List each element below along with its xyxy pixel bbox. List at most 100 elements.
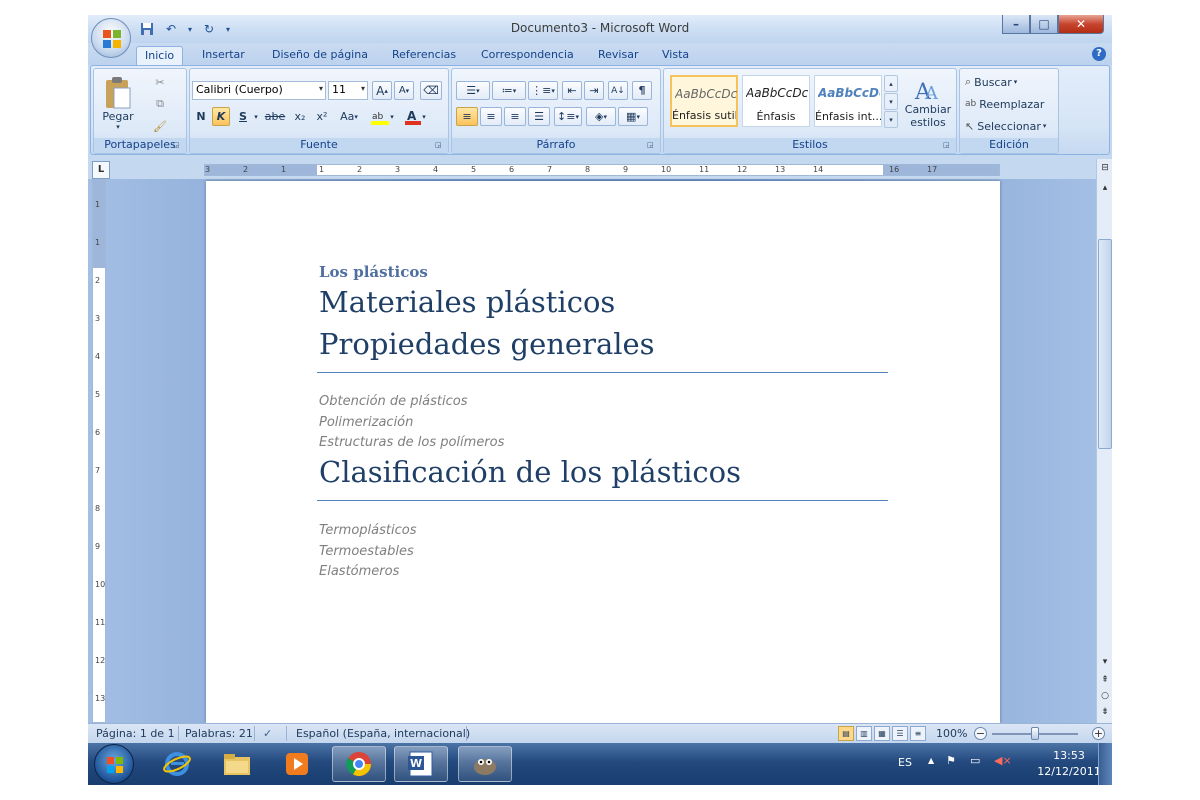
style-enfasis-intenso[interactable]: AaBbCcDc Énfasis int... <box>814 75 882 127</box>
next-page-icon[interactable]: ⇟ <box>1098 705 1112 719</box>
sort-icon[interactable]: A↓ <box>608 81 628 100</box>
numbering-icon[interactable]: ≔ ▾ <box>492 81 526 100</box>
full-screen-reading-icon[interactable]: ▥ <box>856 726 872 741</box>
tab-insertar[interactable]: Insertar <box>194 46 253 65</box>
align-center-icon[interactable]: ≡ <box>480 107 502 126</box>
start-button[interactable] <box>94 744 134 784</box>
superscript-button[interactable]: x² <box>312 107 332 126</box>
chrome-icon[interactable] <box>332 746 386 782</box>
clock-time[interactable]: 13:53 <box>1042 749 1096 762</box>
toc-item[interactable]: Termoplásticos <box>319 523 416 538</box>
subscript-button[interactable]: x₂ <box>290 107 310 126</box>
media-player-icon[interactable] <box>270 746 324 782</box>
toc-item[interactable]: Polimerización <box>319 415 413 430</box>
vertical-ruler[interactable]: 1 1 2 3 4 5 6 7 8 9 10 11 12 13 <box>92 179 106 723</box>
toc-item[interactable]: Obtención de plásticos <box>319 394 467 409</box>
toc-item[interactable]: Elastómeros <box>319 564 399 579</box>
proofing-icon[interactable]: ✓ <box>263 727 272 740</box>
volume-muted-icon[interactable]: ◀× <box>994 754 1012 767</box>
file-explorer-icon[interactable] <box>210 746 264 782</box>
change-case-button[interactable]: Aa ▾ <box>336 107 362 126</box>
document-subtitle[interactable]: Los plásticos <box>319 263 428 281</box>
justify-icon[interactable]: ☰ <box>528 107 550 126</box>
scroll-thumb[interactable] <box>1098 239 1112 449</box>
horizontal-ruler[interactable]: 3 2 1 1 2 3 4 5 6 7 8 9 10 11 12 13 14 16 17 <box>204 164 1000 176</box>
toc-item[interactable]: Termoestables <box>319 544 414 559</box>
previous-page-icon[interactable]: ⇞ <box>1098 673 1112 687</box>
office-button[interactable] <box>91 18 131 58</box>
heading-propiedades-generales[interactable]: Propiedades generales <box>319 327 655 361</box>
tab-referencias[interactable]: Referencias <box>384 46 464 65</box>
clock-date[interactable]: 12/12/2011 <box>1034 765 1104 778</box>
multilevel-list-icon[interactable]: ⋮≡ ▾ <box>528 81 558 100</box>
show-desktop-button[interactable] <box>1098 743 1112 785</box>
align-left-icon[interactable]: ≡ <box>456 107 478 126</box>
heading-materiales-plasticos[interactable]: Materiales plásticos <box>319 285 615 319</box>
change-styles-button[interactable]: AA Cambiar estilos <box>902 71 954 135</box>
show-formatting-icon[interactable]: ¶ <box>632 81 652 100</box>
shrink-font-button[interactable]: A ▾ <box>394 81 414 100</box>
zoom-in-icon[interactable]: + <box>1092 727 1105 740</box>
internet-explorer-icon[interactable] <box>150 746 204 782</box>
strikethrough-button[interactable]: abe <box>262 107 288 126</box>
line-spacing-icon[interactable]: ↕≡ ▾ <box>554 107 582 126</box>
font-color-icon[interactable]: A ▾ <box>400 107 430 126</box>
print-layout-icon[interactable]: ▤ <box>838 726 854 741</box>
action-center-icon[interactable]: ⚑ <box>946 754 956 767</box>
tab-selector-button[interactable]: L <box>92 161 110 179</box>
browse-object-icon[interactable]: ○ <box>1098 689 1112 703</box>
help-icon[interactable]: ? <box>1092 47 1106 61</box>
draft-icon[interactable]: ≡ <box>910 726 926 741</box>
dialog-launcher-icon[interactable]: ◲ <box>943 141 953 151</box>
zoom-level[interactable]: 100% <box>936 727 967 740</box>
outline-icon[interactable]: ☰ <box>892 726 908 741</box>
cut-icon[interactable]: ✂ <box>150 73 170 91</box>
tab-vista[interactable]: Vista <box>654 46 697 65</box>
bullets-icon[interactable]: ☰ ▾ <box>456 81 490 100</box>
highlight-icon[interactable]: ab ▾ <box>368 107 396 126</box>
paste-dropdown-icon[interactable]: ▾ <box>116 123 120 131</box>
language-indicator[interactable]: Español (España, internacional) <box>296 727 470 740</box>
network-icon[interactable]: ▭ <box>970 754 980 767</box>
show-hidden-icons-icon[interactable]: ▲ <box>928 756 934 765</box>
underline-dropdown-icon[interactable]: ▾ <box>252 107 260 126</box>
style-enfasis[interactable]: AaBbCcDc Énfasis <box>742 75 810 127</box>
tab-correspondencia[interactable]: Correspondencia <box>473 46 582 65</box>
document-page[interactable]: Los plásticos Materiales plásticos Propi… <box>206 181 1000 723</box>
replace-button[interactable]: ab Reemplazar <box>964 95 1054 113</box>
tab-diseno-pagina[interactable]: Diseño de página <box>264 46 376 65</box>
styles-more-icon[interactable]: ▾ <box>884 111 898 128</box>
scroll-up-icon[interactable]: ▴ <box>1098 181 1112 195</box>
page-count[interactable]: Página: 1 de 1 <box>96 727 175 740</box>
style-enfasis-sutil[interactable]: AaBbCcDc Énfasis sutil <box>670 75 738 127</box>
clear-format-icon[interactable]: ⌫ <box>420 81 442 100</box>
decrease-indent-icon[interactable]: ⇤ <box>562 81 582 100</box>
bold-button[interactable]: N <box>192 107 210 126</box>
dialog-launcher-icon[interactable]: ◲ <box>647 141 657 151</box>
tab-inicio[interactable]: Inicio <box>136 46 184 65</box>
paste-button[interactable]: Pegar ▾ <box>98 71 138 135</box>
shading-icon[interactable]: ◈ ▾ <box>586 107 616 126</box>
view-ruler-icon[interactable]: ⊟ <box>1098 161 1112 175</box>
zoom-out-icon[interactable]: − <box>974 727 987 740</box>
italic-button[interactable]: K <box>212 107 230 126</box>
maximize-button[interactable]: □ <box>1030 15 1058 34</box>
word-taskbar-icon[interactable]: W <box>394 746 448 782</box>
styles-scroll-up-icon[interactable]: ▴ <box>884 75 898 92</box>
align-right-icon[interactable]: ≡ <box>504 107 526 126</box>
scroll-down-icon[interactable]: ▾ <box>1098 655 1112 669</box>
tab-revisar[interactable]: Revisar <box>590 46 646 65</box>
vertical-scrollbar[interactable]: ⊟ ▴ ▾ ⇞ ○ ⇟ <box>1096 159 1112 723</box>
font-name-field[interactable]: Calibri (Cuerpo) ▾ <box>192 81 326 100</box>
dialog-launcher-icon[interactable]: ◲ <box>173 141 183 151</box>
select-button[interactable]: ↖ Seleccionar ▾ <box>964 117 1054 135</box>
font-size-field[interactable]: 11 ▾ <box>328 81 368 100</box>
underline-button[interactable]: S <box>234 107 252 126</box>
minimize-button[interactable]: – <box>1002 15 1030 34</box>
format-painter-icon[interactable]: 🖌 <box>150 117 170 135</box>
find-button[interactable]: ⌕ Buscar ▾ <box>964 73 1054 91</box>
gimp-icon[interactable] <box>458 746 512 782</box>
dialog-launcher-icon[interactable]: ◲ <box>435 141 445 151</box>
copy-icon[interactable]: ⧉ <box>150 95 170 113</box>
styles-scroll-down-icon[interactable]: ▾ <box>884 93 898 110</box>
